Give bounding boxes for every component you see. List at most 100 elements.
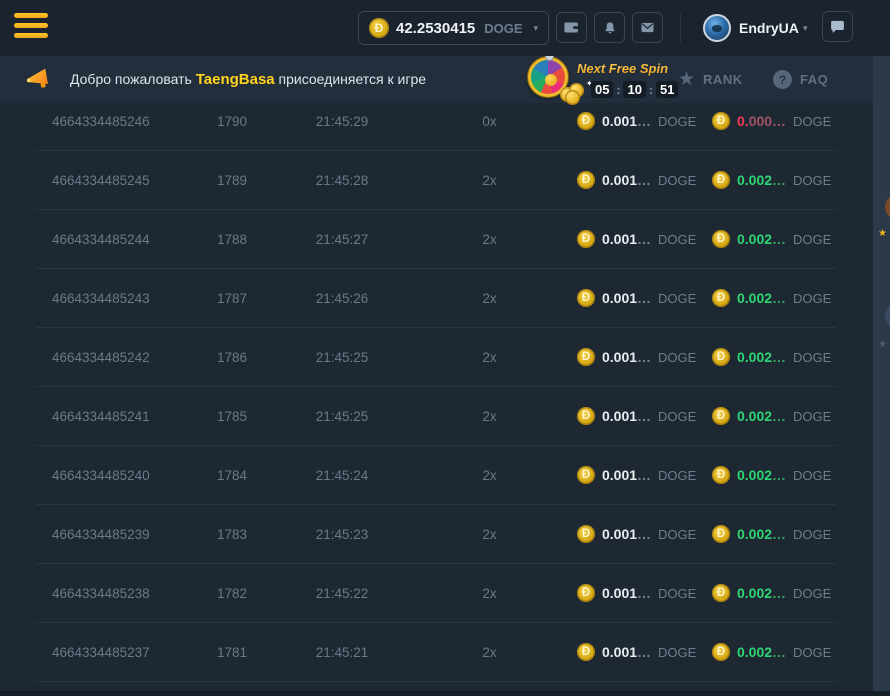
doge-coin-icon: Ð: [712, 407, 730, 425]
bet-amount: Ð 0.001… DOGE: [577, 584, 712, 602]
hamburger-bar: [14, 13, 48, 18]
megaphone-icon: [25, 66, 50, 91]
bet-amount: Ð 0.001… DOGE: [577, 348, 712, 366]
bet-currency: DOGE: [658, 232, 696, 247]
notifications-button[interactable]: [594, 12, 625, 43]
table-row[interactable]: 4664334485242 1786 21:45:25 2x Ð 0.001… …: [0, 328, 873, 387]
multiplier: 2x: [402, 291, 577, 306]
wallet-button[interactable]: [556, 12, 587, 43]
wallet-icon: [563, 19, 580, 36]
table-row[interactable]: 4664334485240 1784 21:45:24 2x Ð 0.001… …: [0, 446, 873, 505]
doge-coin-icon: Ð: [712, 230, 730, 248]
bet-time: 21:45:27: [282, 232, 402, 247]
user-avatar[interactable]: [703, 14, 731, 42]
bet-id: 4664334485240: [52, 468, 182, 483]
bets-table: 4664334485246 1790 21:45:29 0x Ð 0.001… …: [0, 103, 873, 682]
faq-label: FAQ: [800, 72, 828, 87]
timer-separator: :: [649, 83, 653, 97]
timer-seconds: 51: [656, 81, 678, 98]
profit-value: 0.002…: [737, 290, 786, 306]
bet-time: 21:45:21: [282, 645, 402, 660]
doge-coin-icon: Ð: [577, 466, 595, 484]
bet-currency: DOGE: [658, 468, 696, 483]
free-spin-widget[interactable]: ✦ Next Free Spin 05 : 10 : 51: [527, 56, 667, 103]
bet-value: 0.001…: [602, 172, 651, 188]
bet-currency: DOGE: [658, 409, 696, 424]
doge-coin-icon: Ð: [577, 171, 595, 189]
bet-time: 21:45:25: [282, 409, 402, 424]
bet-id: 4664334485244: [52, 232, 182, 247]
messages-button[interactable]: [632, 12, 663, 43]
bet-currency: DOGE: [658, 586, 696, 601]
doge-coin-icon: Ð: [577, 348, 595, 366]
balance-amount: 42.2530415: [396, 20, 475, 37]
bets-table-wrap: 4664334485246 1790 21:45:29 0x Ð 0.001… …: [0, 103, 873, 696]
coin-stack-icon: ✦: [560, 79, 594, 103]
profit-amount: Ð 0.002… DOGE: [712, 643, 842, 661]
doge-coin-icon: Ð: [577, 525, 595, 543]
chat-toggle-button[interactable]: [822, 11, 853, 42]
profit-currency: DOGE: [793, 291, 831, 306]
round-number: 1782: [182, 586, 282, 601]
bet-time: 21:45:24: [282, 468, 402, 483]
bell-icon: [602, 20, 618, 36]
bet-value: 0.001…: [602, 467, 651, 483]
doge-coin-icon: Ð: [577, 643, 595, 661]
table-row[interactable]: 4664334485244 1788 21:45:27 2x Ð 0.001… …: [0, 210, 873, 269]
announcement-username[interactable]: TaengBasa: [196, 71, 275, 88]
bet-amount: Ð 0.001… DOGE: [577, 112, 712, 130]
bet-id: 4664334485238: [52, 586, 182, 601]
doge-coin-icon: Ð: [712, 348, 730, 366]
table-row[interactable]: 4664334485241 1785 21:45:25 2x Ð 0.001… …: [0, 387, 873, 446]
table-row[interactable]: 4664334485245 1789 21:45:28 2x Ð 0.001… …: [0, 151, 873, 210]
table-row[interactable]: 4664334485237 1781 21:45:21 2x Ð 0.001… …: [0, 623, 873, 682]
chat-avatar: [885, 194, 890, 220]
question-mark-icon: ?: [773, 70, 792, 89]
announcement-suffix: присоединяется к игре: [275, 71, 426, 87]
chat-avatar: [885, 303, 890, 329]
bet-time: 21:45:29: [282, 114, 402, 129]
rank-menu-item[interactable]: ★ RANK: [678, 56, 743, 103]
bet-id: 4664334485237: [52, 645, 182, 660]
round-number: 1790: [182, 114, 282, 129]
table-row[interactable]: 4664334485246 1790 21:45:29 0x Ð 0.001… …: [0, 103, 873, 151]
hamburger-menu-icon[interactable]: [14, 13, 48, 38]
table-row[interactable]: 4664334485243 1787 21:45:26 2x Ð 0.001… …: [0, 269, 873, 328]
doge-coin-icon: Ð: [577, 289, 595, 307]
profit-currency: DOGE: [793, 586, 831, 601]
username[interactable]: EndryUA: [739, 20, 799, 36]
bet-value: 0.001…: [602, 644, 651, 660]
announcement-prefix: Добро пожаловать: [70, 71, 196, 87]
bet-time: 21:45:25: [282, 350, 402, 365]
star-icon: ★: [878, 229, 887, 239]
table-row[interactable]: 4664334485239 1783 21:45:23 2x Ð 0.001… …: [0, 505, 873, 564]
table-row[interactable]: 4664334485238 1782 21:45:22 2x Ð 0.001… …: [0, 564, 873, 623]
bet-currency: DOGE: [658, 645, 696, 660]
bet-currency: DOGE: [658, 173, 696, 188]
multiplier: 2x: [402, 645, 577, 660]
profit-amount: Ð 0.002… DOGE: [712, 466, 842, 484]
bet-value: 0.001…: [602, 526, 651, 542]
hamburger-bar: [14, 23, 48, 28]
profit-value: 0.002…: [737, 172, 786, 188]
bet-amount: Ð 0.001… DOGE: [577, 407, 712, 425]
round-number: 1787: [182, 291, 282, 306]
balance-selector[interactable]: Ð 42.2530415 DOGE ▾: [358, 11, 549, 45]
chat-panel-edge[interactable]: ★ ★: [873, 56, 890, 696]
bet-currency: DOGE: [658, 291, 696, 306]
rank-label: RANK: [703, 72, 743, 87]
faq-menu-item[interactable]: ? FAQ: [773, 56, 828, 103]
profit-currency: DOGE: [793, 527, 831, 542]
profit-amount: Ð 0.002… DOGE: [712, 171, 842, 189]
profit-value: 0.002…: [737, 467, 786, 483]
bet-id: 4664334485246: [52, 114, 182, 129]
profit-currency: DOGE: [793, 409, 831, 424]
bet-amount: Ð 0.001… DOGE: [577, 230, 712, 248]
bottom-divider: [0, 691, 890, 696]
profit-value: 0.002…: [737, 349, 786, 365]
bet-id: 4664334485242: [52, 350, 182, 365]
profit-amount: Ð 0.002… DOGE: [712, 407, 842, 425]
profit-currency: DOGE: [793, 173, 831, 188]
hamburger-bar: [14, 33, 48, 38]
bet-amount: Ð 0.001… DOGE: [577, 466, 712, 484]
